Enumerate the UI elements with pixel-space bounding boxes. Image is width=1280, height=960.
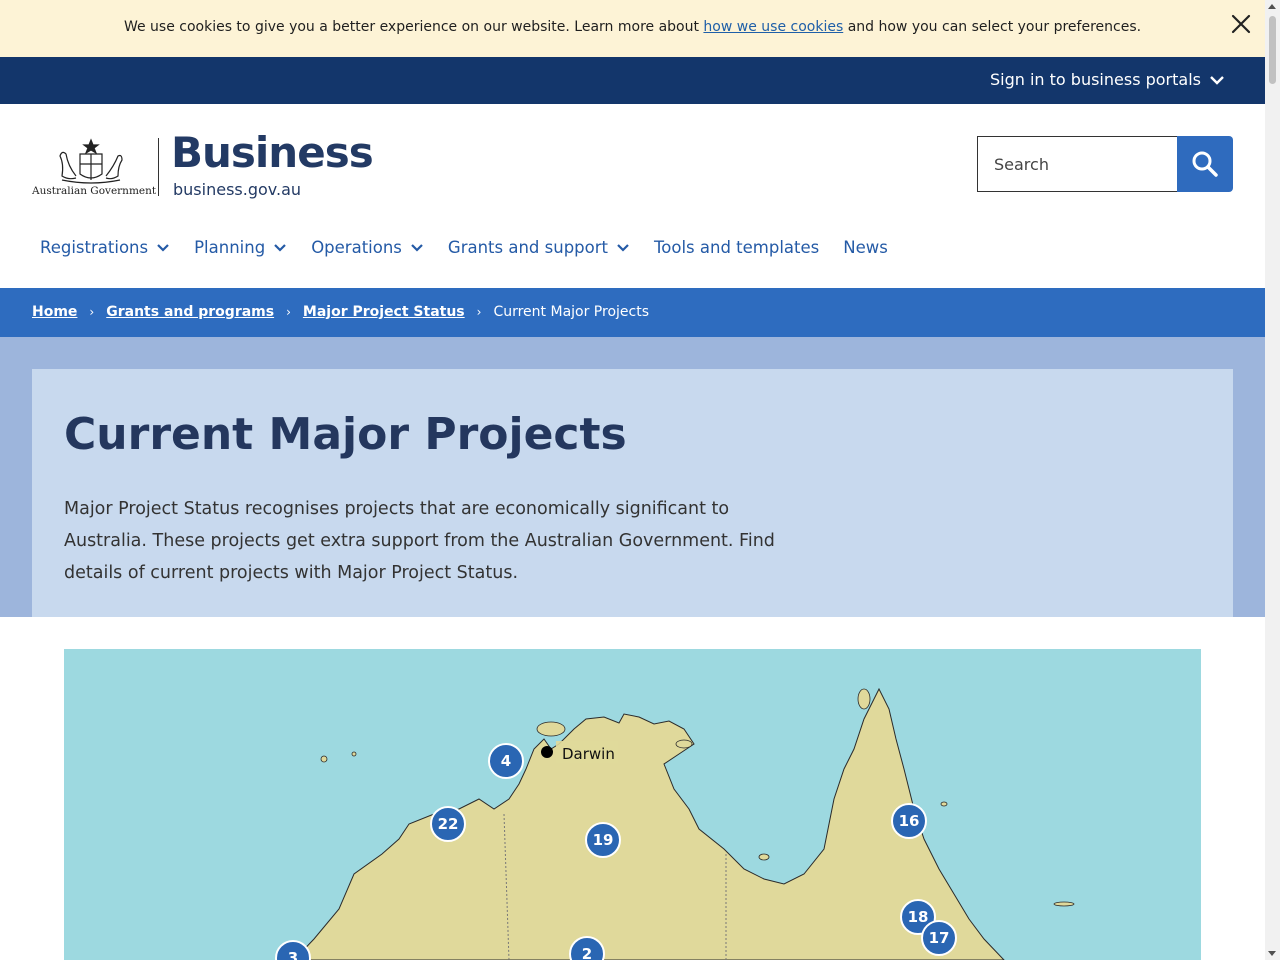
- marker-label: 17: [929, 929, 950, 947]
- business-portals-button[interactable]: Sign in to business portals: [990, 70, 1225, 89]
- breadcrumb-major-project-status[interactable]: Major Project Status: [303, 304, 465, 320]
- logo-divider: [158, 138, 159, 196]
- marker-label: 3: [288, 949, 298, 960]
- breadcrumb-home[interactable]: Home: [32, 304, 77, 320]
- city-dot-icon: [541, 746, 553, 758]
- top-bar: Sign in to business portals: [0, 57, 1265, 104]
- cookie-policy-link[interactable]: how we use cookies: [703, 19, 843, 35]
- chevron-down-icon: [157, 243, 169, 252]
- nav-item-label: Grants and support: [447, 238, 608, 257]
- nav-item-tools-and-templates[interactable]: Tools and templates: [654, 238, 819, 257]
- breadcrumb-current: Current Major Projects: [493, 304, 649, 320]
- marker-label: 4: [501, 752, 511, 770]
- page-title: Current Major Projects: [64, 409, 627, 460]
- site-brand[interactable]: Business: [171, 132, 374, 174]
- map-marker[interactable]: 3: [275, 940, 311, 960]
- breadcrumb-grants-and-programs[interactable]: Grants and programs: [106, 304, 274, 320]
- breadcrumb-bar: Home › Grants and programs › Major Proje…: [0, 288, 1265, 337]
- map-marker[interactable]: 4: [488, 743, 524, 779]
- map-marker[interactable]: 17: [921, 920, 957, 956]
- business-portals-label: Sign in to business portals: [989, 70, 1201, 89]
- cookie-text-before: We use cookies to give you a better expe…: [123, 19, 704, 35]
- chevron-right-icon: ›: [476, 305, 482, 319]
- city-label: Darwin: [562, 745, 615, 763]
- main-nav: Registrations Planning Operations Grants…: [40, 238, 888, 257]
- scroll-thumb[interactable]: [1269, 16, 1276, 84]
- close-icon[interactable]: [1229, 12, 1253, 36]
- site-header: Australian Government Business business.…: [0, 104, 1265, 288]
- chevron-down-icon: [617, 243, 629, 252]
- breadcrumb: Home › Grants and programs › Major Proje…: [32, 304, 649, 320]
- marker-label: 16: [899, 812, 920, 830]
- nav-item-label: Registrations: [40, 238, 149, 257]
- nav-item-news[interactable]: News: [843, 238, 888, 257]
- projects-map[interactable]: Darwin 4 22 19 16 18 17 2 3: [64, 649, 1201, 960]
- nav-item-operations[interactable]: Operations: [311, 238, 424, 257]
- search-input[interactable]: Search: [977, 136, 1177, 192]
- hero-panel: Current Major Projects Major Project Sta…: [32, 369, 1233, 617]
- chevron-down-icon: [274, 243, 286, 252]
- cookie-text-after: and how you can select your preferences.: [843, 19, 1142, 35]
- marker-label: 2: [582, 945, 592, 960]
- marker-label: 18: [908, 908, 929, 926]
- nav-item-label: Planning: [194, 238, 266, 257]
- nav-item-planning[interactable]: Planning: [194, 238, 287, 257]
- site-url: business.gov.au: [173, 180, 302, 199]
- chevron-right-icon: ›: [286, 305, 291, 319]
- map-marker[interactable]: 16: [891, 803, 927, 839]
- search-button[interactable]: [1177, 136, 1233, 192]
- nav-item-label: News: [843, 238, 888, 257]
- map-marker[interactable]: 19: [585, 822, 621, 858]
- map-marker[interactable]: 22: [430, 806, 466, 842]
- marker-label: 22: [438, 815, 459, 833]
- chevron-right-icon: ›: [89, 305, 95, 319]
- chevron-down-icon: [411, 243, 423, 252]
- nav-item-registrations[interactable]: Registrations: [40, 238, 170, 257]
- nav-item-label: Tools and templates: [654, 238, 820, 257]
- nav-item-label: Operations: [311, 238, 402, 257]
- scroll-down-icon[interactable]: [1268, 951, 1276, 956]
- marker-label: 19: [593, 831, 614, 849]
- page-intro: Major Project Status recognises projects…: [64, 499, 775, 583]
- nav-item-grants-and-support[interactable]: Grants and support: [448, 238, 630, 257]
- chevron-down-icon: [1210, 75, 1224, 85]
- australian-government-label: Australian Government: [32, 185, 157, 197]
- cookie-banner: We use cookies to give you a better expe…: [0, 0, 1265, 57]
- scroll-up-icon[interactable]: [1268, 4, 1276, 9]
- search-icon: [1192, 151, 1218, 177]
- cookie-message: We use cookies to give you a better expe…: [0, 19, 1265, 35]
- page-scrollbar[interactable]: [1265, 0, 1280, 960]
